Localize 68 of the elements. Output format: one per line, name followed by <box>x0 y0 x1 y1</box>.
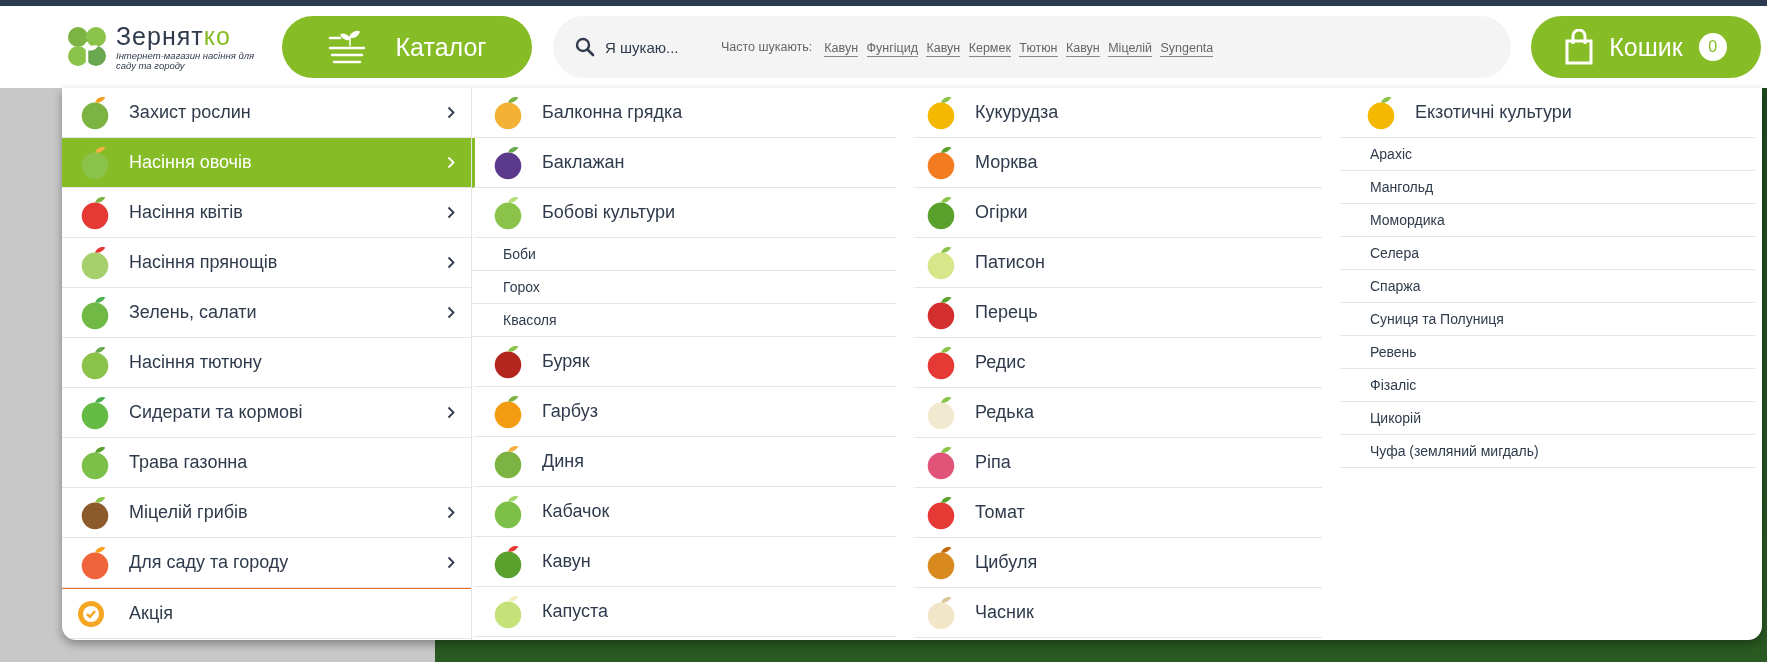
popular-search-link[interactable]: Тютюн <box>1019 41 1058 57</box>
chevron-right-icon <box>447 406 455 419</box>
search-icon <box>575 37 595 57</box>
subcategory-link[interactable]: Огірки <box>913 188 1322 238</box>
category-menu-item[interactable]: Акція <box>62 588 471 639</box>
subcategory-link[interactable]: Мангольд <box>1340 171 1755 204</box>
subcategory-link[interactable]: Цибуля <box>913 538 1322 588</box>
subcategory-link[interactable]: Диня <box>472 437 896 487</box>
popular-search-link[interactable]: Syngenta <box>1160 41 1214 57</box>
subcategory-link[interactable]: Морква <box>913 138 1322 188</box>
chevron-right-icon <box>447 206 455 219</box>
subcategory-link[interactable]: Капуста <box>472 587 896 637</box>
subcategory-link[interactable]: Фізаліс <box>1340 369 1755 402</box>
subcategory-link[interactable]: Буряк <box>472 337 896 387</box>
logo-wordmark[interactable]: Зернятко <box>116 23 256 49</box>
subcategory-link[interactable]: Спаржа <box>1340 270 1755 303</box>
subcategory-link[interactable]: Чуфа (земляний мигдаль) <box>1340 435 1755 468</box>
category-menu-item[interactable]: Для саду та городу <box>62 538 471 588</box>
subcategory-link[interactable]: Селера <box>1340 237 1755 270</box>
seedling-menu-icon <box>327 29 366 65</box>
subcategory-link[interactable]: Томат <box>913 488 1322 538</box>
subcategory-link[interactable]: Редис <box>913 338 1322 388</box>
category-menu-item[interactable]: Зелень, салати <box>62 288 471 338</box>
popular-search-link[interactable]: Міцелій <box>1108 41 1152 57</box>
popular-search-link[interactable]: Кермек <box>968 41 1011 57</box>
category-menu-item[interactable]: Насіння тютюну <box>62 338 471 388</box>
subcategory-link[interactable]: Патисон <box>913 238 1322 288</box>
category-menu-item[interactable]: Міцелій грибів <box>62 488 471 538</box>
category-menu-item[interactable]: Насіння прянощів <box>62 238 471 288</box>
badge-check-icon <box>76 598 106 629</box>
subcategory-link[interactable]: Квасоля <box>472 304 896 337</box>
search-field[interactable]: Я шукаю... Часто шукають: Кавун Фунгіцид Кавун Кермек Тютюн Кавун Міцелій Syngenta <box>553 16 1511 78</box>
category-menu-item[interactable]: Трава газонна <box>62 438 471 488</box>
subcategory-link[interactable]: Кукурудза <box>913 88 1322 138</box>
cart-count: 0 <box>1698 33 1727 61</box>
subcategory-link[interactable]: Екзотичні культури <box>1340 88 1755 138</box>
popular-search-link[interactable]: Фунгіцид <box>866 41 918 57</box>
subcategory-link[interactable]: Суниця та Полуниця <box>1340 303 1755 336</box>
subcategory-link[interactable]: Горох <box>472 271 896 304</box>
category-menu-item[interactable]: Сидерати та кормові <box>62 388 471 438</box>
subcategory-link[interactable]: Балконна грядка <box>472 88 896 138</box>
popular-search-link[interactable]: Кавун <box>926 41 961 57</box>
shopping-bag-icon <box>1565 29 1594 65</box>
subcategory-link[interactable]: Редька <box>913 388 1322 438</box>
subcategory-link[interactable]: Гарбуз <box>472 387 896 437</box>
subcategory-link[interactable]: Баклажан <box>472 138 896 188</box>
subcategory-link[interactable]: Перець <box>913 288 1322 338</box>
chevron-right-icon <box>447 256 455 269</box>
category-menu-item[interactable]: Насіння квітів <box>62 188 471 238</box>
subcategory-link[interactable]: Ревень <box>1340 336 1755 369</box>
subcategory-link[interactable]: Арахіс <box>1340 138 1755 171</box>
chevron-right-icon <box>447 556 455 569</box>
subcategory-link[interactable]: Бобові культури <box>472 188 896 238</box>
subcategory-link[interactable]: Ріпа <box>913 438 1322 488</box>
popular-search-link[interactable]: Кавун <box>824 41 859 57</box>
chevron-right-icon <box>447 506 455 519</box>
subcategory-link[interactable]: Кабачок <box>472 487 896 537</box>
subcategory-link[interactable]: Боби <box>472 238 896 271</box>
subcategory-link[interactable]: Часник <box>913 588 1322 638</box>
popular-search-link[interactable]: Кавун <box>1065 41 1100 57</box>
chevron-right-icon <box>447 106 455 119</box>
subcategory-link[interactable]: Кавун <box>472 537 896 587</box>
logo-tagline: Інтернет-магазин насіння для саду та городу <box>116 50 256 71</box>
chevron-right-icon <box>447 306 455 319</box>
subcategory-link[interactable]: Цикорій <box>1340 402 1755 435</box>
subcategory-link[interactable]: Момордика <box>1340 204 1755 237</box>
popular-searches-label: Часто шукають: <box>721 40 813 54</box>
chevron-right-icon <box>447 156 455 169</box>
